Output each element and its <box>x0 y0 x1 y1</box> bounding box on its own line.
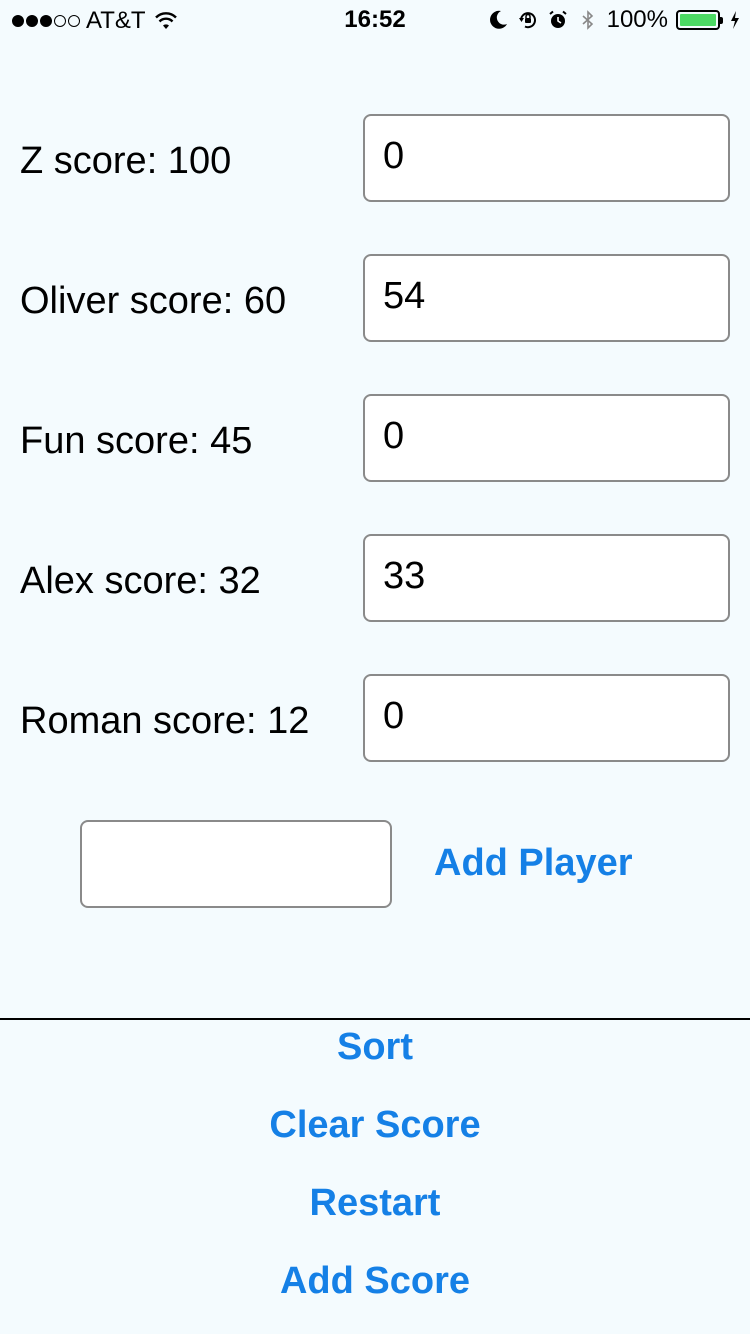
sort-button[interactable]: Sort <box>337 1026 413 1069</box>
restart-button-container: Restart <box>0 1182 750 1225</box>
clear-score-button[interactable]: Clear Score <box>269 1104 480 1147</box>
player-score-label: Roman score: 12 <box>20 700 310 742</box>
charging-icon <box>731 11 739 29</box>
player-score-label: Z score: 100 <box>20 140 232 182</box>
add-player-button[interactable]: Add Player <box>434 842 633 885</box>
moon-icon <box>489 10 507 29</box>
bluetooth-icon <box>582 10 593 30</box>
status-bar-right: 100% <box>487 6 740 34</box>
player-row: Oliver score: 60 54 <box>0 254 750 342</box>
status-bar: AT&T 16:52 100% <box>0 0 750 40</box>
add-score-button-container: Add Score <box>0 1260 750 1303</box>
player-row: Alex score: 32 33 <box>0 534 750 622</box>
score-input[interactable]: 0 <box>363 394 730 482</box>
divider <box>0 1018 750 1020</box>
battery-fill <box>680 14 716 26</box>
player-row: Z score: 100 0 <box>0 114 750 202</box>
restart-button[interactable]: Restart <box>310 1182 441 1225</box>
add-score-button[interactable]: Add Score <box>280 1260 470 1303</box>
player-row: Roman score: 12 0 <box>0 674 750 762</box>
sort-button-container: Sort <box>0 1026 750 1069</box>
player-score-label: Alex score: 32 <box>20 560 261 602</box>
score-input[interactable]: 54 <box>363 254 730 342</box>
alarm-icon <box>548 10 567 28</box>
player-score-label: Oliver score: 60 <box>20 280 287 322</box>
score-input[interactable]: 0 <box>363 674 730 762</box>
rotation-lock-icon <box>518 12 536 29</box>
player-row: Fun score: 45 0 <box>0 394 750 482</box>
score-input[interactable]: 0 <box>363 114 730 202</box>
battery-icon <box>676 10 723 30</box>
clear-score-button-container: Clear Score <box>0 1104 750 1147</box>
new-player-name-input[interactable] <box>80 820 392 908</box>
player-score-label: Fun score: 45 <box>20 420 253 462</box>
score-input[interactable]: 33 <box>363 534 730 622</box>
battery-percent: 100% <box>606 6 668 33</box>
